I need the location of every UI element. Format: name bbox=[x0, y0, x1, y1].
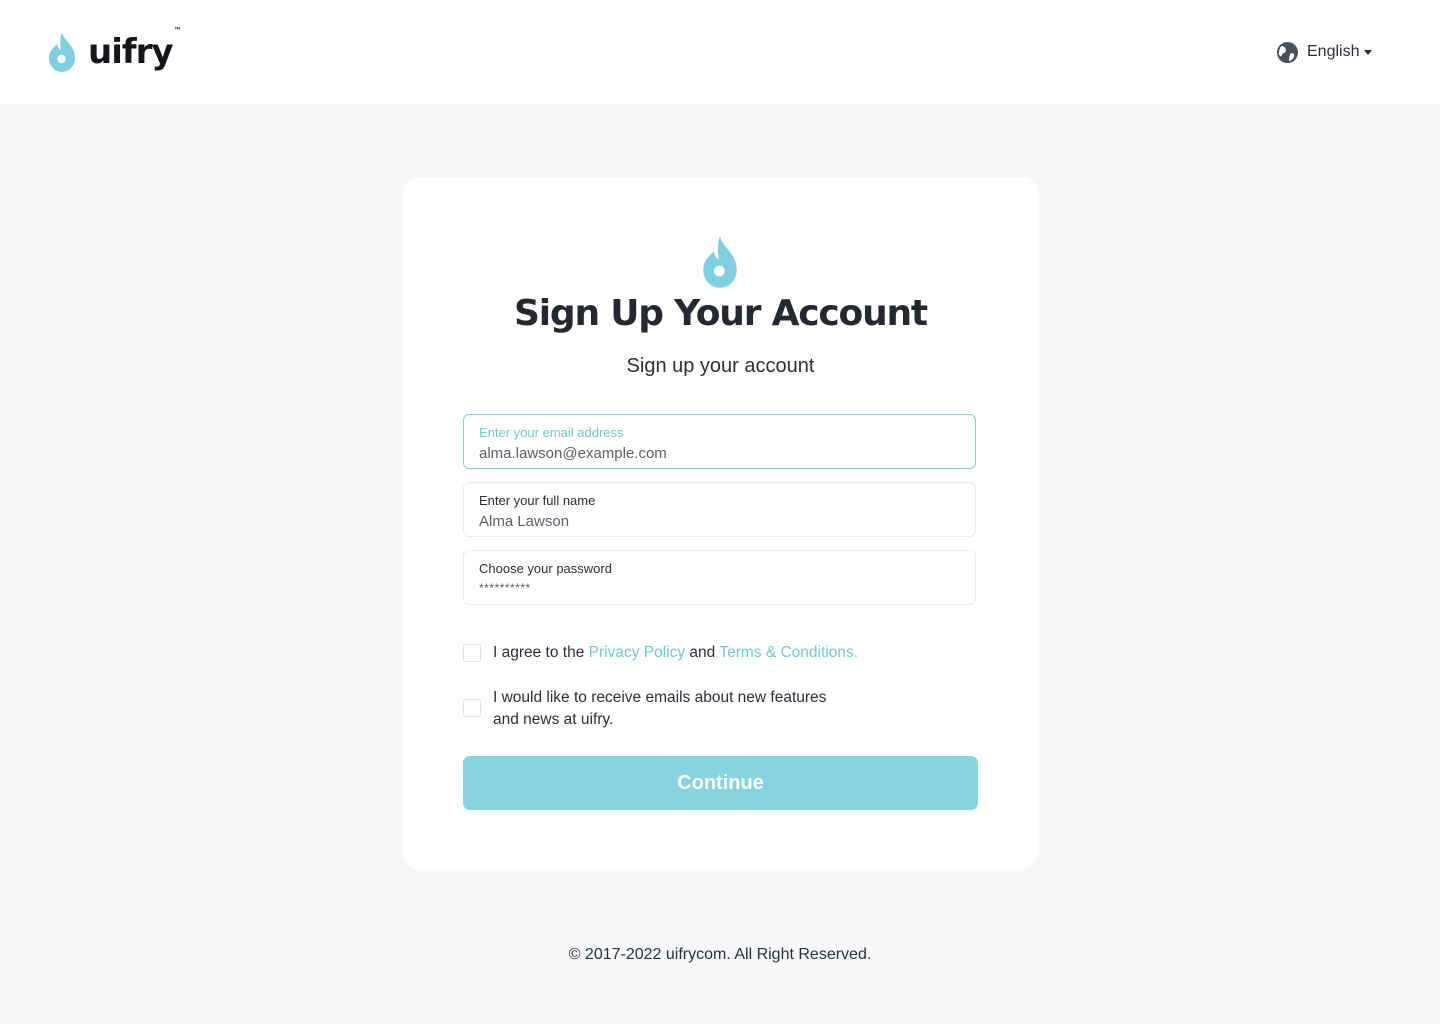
terms-conditions-link[interactable]: Terms & Conditions. bbox=[719, 644, 858, 661]
email-field-value[interactable]: alma.lawson@example.com bbox=[479, 445, 667, 462]
newsletter-text-line-1: I would like to receive emails about new… bbox=[493, 689, 827, 706]
continue-button[interactable]: Continue bbox=[463, 756, 978, 810]
agree-terms-row: I agree to the Privacy Policy and Terms … bbox=[463, 642, 858, 664]
newsletter-row: I would like to receive emails about new… bbox=[463, 687, 826, 731]
page-subtitle: Sign up your account bbox=[626, 355, 815, 377]
email-field-label: Enter your email address bbox=[479, 425, 624, 440]
globe-icon bbox=[1276, 41, 1299, 63]
email-field[interactable]: Enter your email address alma.lawson@exa… bbox=[463, 414, 976, 469]
flame-logo-icon bbox=[703, 236, 737, 288]
newsletter-checkbox[interactable] bbox=[463, 699, 481, 717]
trademark: ™ bbox=[173, 26, 182, 35]
agree-prefix: I agree to the bbox=[493, 644, 589, 661]
signup-card: Sign Up Your Account Sign up your accoun… bbox=[403, 177, 1038, 870]
full-name-field[interactable]: Enter your full name Alma Lawson bbox=[463, 482, 976, 537]
flame-logo-icon bbox=[49, 32, 75, 72]
agree-terms-text: I agree to the Privacy Policy and Terms … bbox=[493, 642, 858, 664]
language-label: English bbox=[1307, 43, 1360, 60]
language-selector[interactable]: English bbox=[1276, 40, 1373, 64]
password-field-label: Choose your password bbox=[479, 561, 612, 576]
password-field-value[interactable]: ********** bbox=[479, 581, 531, 595]
page-title: Sign Up Your Account bbox=[514, 293, 928, 334]
newsletter-text-line-2: and news at uifry. bbox=[493, 711, 614, 728]
newsletter-text: I would like to receive emails about new… bbox=[493, 687, 826, 731]
agree-terms-checkbox[interactable] bbox=[463, 644, 481, 662]
brand-logo[interactable]: uifry™ bbox=[46, 26, 182, 74]
chevron-down-icon bbox=[1364, 49, 1373, 55]
full-name-field-value[interactable]: Alma Lawson bbox=[479, 513, 569, 530]
top-bar: uifry™ English bbox=[0, 0, 1440, 104]
privacy-policy-link[interactable]: Privacy Policy bbox=[589, 644, 685, 661]
password-field[interactable]: Choose your password ********** bbox=[463, 550, 976, 605]
full-name-field-label: Enter your full name bbox=[479, 493, 596, 508]
agree-middle: and bbox=[685, 644, 720, 661]
footer-copyright: © 2017-2022 uifrycom. All Right Reserved… bbox=[568, 946, 872, 963]
brand-name: uifry™ bbox=[88, 26, 182, 72]
